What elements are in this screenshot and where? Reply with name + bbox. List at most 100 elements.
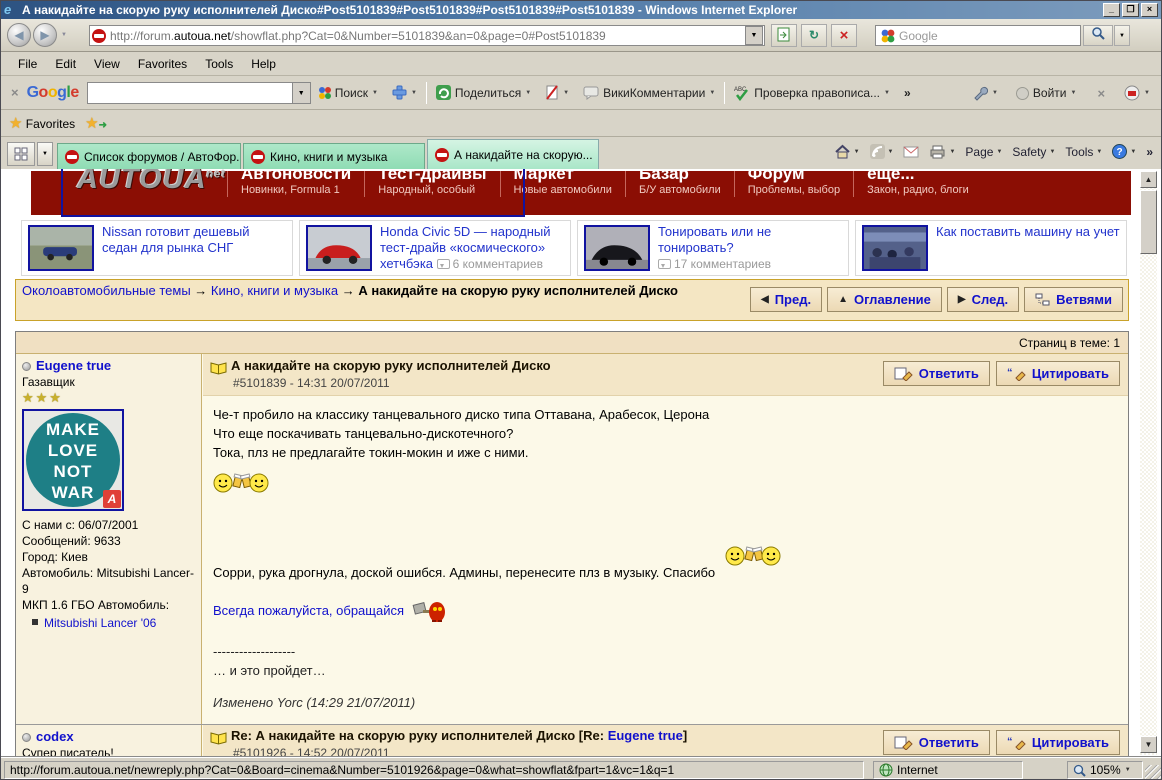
reply-icon — [894, 366, 913, 381]
menu-file[interactable]: File — [9, 54, 46, 74]
right-triangle-icon: ▶ — [958, 294, 966, 305]
beer-cheers-emoticon — [213, 470, 269, 494]
share-button[interactable]: Поделиться▼ — [429, 82, 538, 103]
red-creature-emoticon — [412, 596, 446, 624]
menu-help[interactable]: Help — [242, 54, 285, 74]
favorites-bar: ★ Favorites ★➜ — [1, 110, 1161, 137]
author-city: Город: Киев — [22, 549, 195, 565]
tools-menu[interactable]: Tools▼ — [1065, 145, 1102, 159]
title-bar[interactable]: e А накидайте на скорую руку исполнителе… — [1, 1, 1161, 19]
wiki-comments-button[interactable]: ВикиКомментарии▼ — [576, 83, 722, 103]
topic-index-button[interactable]: ▲Оглавление — [827, 287, 942, 312]
resize-grip[interactable] — [1145, 765, 1161, 780]
toolbar-overflow-button[interactable]: » — [897, 83, 918, 103]
autofill-blocked-button[interactable]: ▼ — [538, 82, 576, 103]
svg-text:“: “ — [1007, 367, 1013, 379]
tab-current-topic[interactable]: А накидайте на скорую... ✕ — [427, 139, 599, 169]
toolbar-close-icon[interactable]: × — [11, 85, 19, 100]
threaded-view-button[interactable]: Ветвями — [1024, 287, 1123, 312]
close-button[interactable]: × — [1141, 3, 1158, 17]
search-options-dropdown[interactable]: ▼ — [1114, 25, 1130, 46]
news-title[interactable]: Тонировать или не тонировать? — [658, 224, 771, 255]
news-card[interactable]: Nissan готовит дешевый седан для рынка С… — [21, 220, 293, 276]
scrollbar-thumb[interactable] — [1140, 190, 1157, 254]
zoom-control[interactable]: 105% ▼ — [1067, 761, 1143, 779]
news-card[interactable]: Honda Civic 5D — народный тест-драйв «ко… — [299, 220, 571, 276]
menu-edit[interactable]: Edit — [46, 54, 85, 74]
reply-button[interactable]: Ответить — [883, 730, 990, 755]
command-overflow-button[interactable]: » — [1146, 145, 1153, 159]
vertical-scrollbar[interactable]: ▲ ▼ — [1140, 171, 1157, 755]
tab-list-dropdown[interactable]: ▼ — [37, 142, 53, 166]
post-author-panel: Eugene true Газавщик ★★★ MAKE LOVE NOT W… — [16, 354, 202, 724]
google-search-dropdown[interactable]: ▼ — [292, 82, 311, 104]
address-field[interactable]: http://forum.autoua.net/showflat.php?Cat… — [89, 25, 765, 46]
safety-menu[interactable]: Safety▼ — [1012, 145, 1055, 159]
menu-tools[interactable]: Tools — [196, 54, 242, 74]
address-bar: ◀ ▶ ▼ http://forum.autoua.net/showflat.p… — [1, 19, 1161, 52]
nav-forum[interactable]: ФорумПроблемы, выбор — [734, 171, 853, 197]
adobe-pdf-button[interactable]: ▼ — [1117, 82, 1157, 104]
history-dropdown-icon[interactable]: ▼ — [61, 32, 67, 38]
nav-more[interactable]: еще...Закон, радио, блоги — [853, 171, 982, 197]
reply-to-author-link[interactable]: Eugene true — [608, 728, 683, 743]
menu-favorites[interactable]: Favorites — [129, 54, 196, 74]
home-button[interactable]: ▼ — [834, 144, 860, 159]
spellcheck-button[interactable]: ABC Проверка правописа...▼ — [727, 82, 897, 104]
quote-icon: “ — [1007, 366, 1026, 381]
reply-button[interactable]: Ответить — [883, 361, 990, 386]
tab-cinema-music[interactable]: Кино, книги и музыка — [243, 143, 425, 169]
car-link[interactable]: Mitsubishi Lancer '06 — [44, 616, 156, 630]
back-button[interactable]: ◀ — [7, 23, 31, 47]
compatibility-view-button[interactable] — [771, 24, 797, 47]
next-topic-button[interactable]: ▶След. — [947, 287, 1019, 312]
forward-button[interactable]: ▶ — [33, 23, 57, 47]
signin-button[interactable]: Войти▼ — [1009, 83, 1084, 103]
menu-view[interactable]: View — [85, 54, 129, 74]
read-mail-button[interactable] — [903, 146, 919, 158]
add-gadget-button[interactable]: ▼ — [385, 82, 424, 103]
news-title[interactable]: Как поставить машину на учет — [936, 224, 1120, 239]
news-card[interactable]: Тонировать или не тонировать?17 коммента… — [577, 220, 849, 276]
post-row: codex Супер писатель! Re: А накидайте на… — [16, 724, 1128, 757]
quick-tabs-button[interactable] — [7, 142, 35, 166]
maximize-button[interactable]: ❒ — [1122, 3, 1139, 17]
share-icon — [436, 85, 451, 100]
nav-bazar[interactable]: БазарБ/У автомобили — [625, 171, 734, 197]
breadcrumb-category-link[interactable]: Околоавтомобильные темы — [22, 283, 191, 298]
breadcrumb-forum-link[interactable]: Кино, книги и музыка — [211, 283, 338, 298]
quote-button[interactable]: “ Цитировать — [996, 730, 1120, 755]
add-favorite-button[interactable]: ★➜ — [85, 114, 107, 132]
google-balls-icon — [880, 28, 895, 43]
google-search-button[interactable]: Поиск▼ — [311, 83, 385, 103]
author-link[interactable]: Eugene true — [36, 358, 111, 373]
site-logo-banner[interactable]: AUTOUAnet — [61, 169, 525, 217]
close-icon[interactable]: × — [1097, 86, 1105, 101]
minimize-button[interactable]: _ — [1103, 3, 1120, 17]
zoom-dropdown-icon[interactable]: ▼ — [1125, 767, 1131, 773]
home-icon — [834, 144, 851, 159]
toolbar-settings-button[interactable]: ▼ — [966, 83, 1005, 104]
feeds-button[interactable]: ▼ — [870, 144, 894, 159]
favorites-button[interactable]: ★ Favorites — [9, 114, 75, 132]
thread-table: Страниц в теме: 1 Eugene true Газавщик ★… — [15, 331, 1129, 757]
scroll-up-button[interactable]: ▲ — [1140, 171, 1157, 188]
tab-forum-list[interactable]: Список форумов / АвтоФор... — [57, 143, 241, 169]
stop-button[interactable]: × — [831, 24, 857, 47]
news-card[interactable]: Как поставить машину на учет — [855, 220, 1127, 276]
news-title[interactable]: Nissan готовит дешевый седан для рынка С… — [102, 224, 250, 255]
search-box[interactable]: Google — [875, 25, 1081, 46]
author-link[interactable]: codex — [36, 729, 74, 744]
print-button[interactable]: ▼ — [929, 145, 955, 159]
page-menu[interactable]: Page▼ — [965, 145, 1002, 159]
google-search-input[interactable] — [87, 82, 292, 104]
prev-topic-button[interactable]: ◀Пред. — [750, 287, 822, 312]
refresh-button[interactable]: ↻ — [801, 24, 827, 47]
browser-window: e А накидайте на скорую руку исполнителе… — [0, 0, 1162, 780]
help-button[interactable]: ?▼ — [1112, 144, 1136, 159]
quote-button[interactable]: “ Цитировать — [996, 361, 1120, 386]
quoted-reply-link[interactable]: Всегда пожалуйста, обращайся — [213, 603, 404, 618]
search-go-button[interactable] — [1083, 25, 1113, 46]
scroll-down-button[interactable]: ▼ — [1140, 736, 1157, 753]
address-dropdown-button[interactable]: ▼ — [745, 26, 763, 45]
